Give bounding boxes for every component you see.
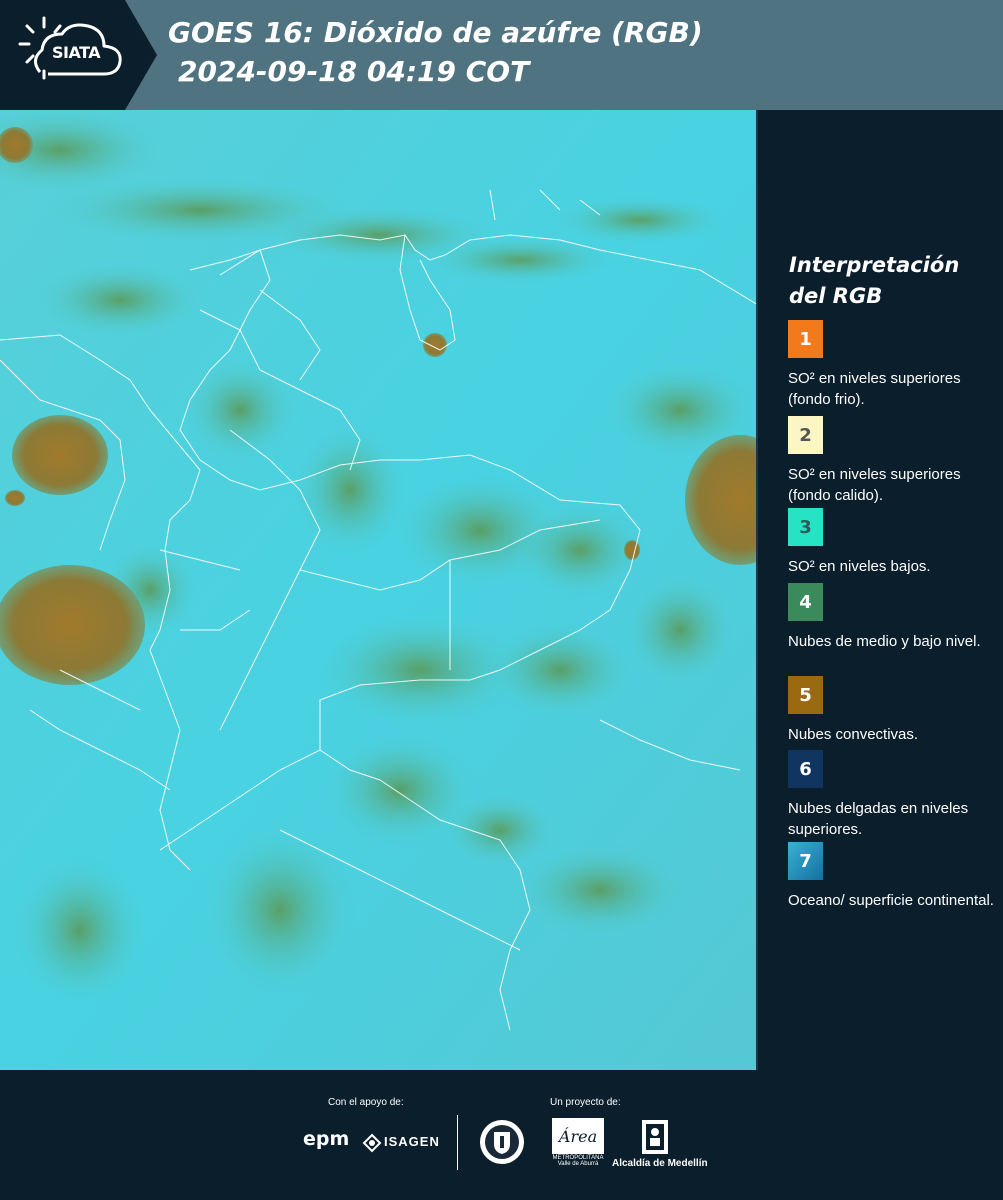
legend-label-3: SO² en niveles bajos. xyxy=(788,558,931,575)
footer-divider xyxy=(457,1115,458,1170)
legend-title: Interpretación del RGB xyxy=(789,253,960,308)
legend-item-7: 7 Oceano/ superficie continental. xyxy=(788,842,998,911)
area-metropolitana-logo: Área xyxy=(552,1118,604,1154)
footer: Con el apoyo de: Un proyecto de: epm ISA… xyxy=(0,1070,1003,1200)
timestamp: 2024-09-18 04:19 COT xyxy=(178,55,530,88)
siata-logo: SIATA xyxy=(0,0,160,110)
legend-item-6: 6 Nubes delgadas en niveles superiores. xyxy=(788,750,998,840)
legend-swatch-6: 6 xyxy=(788,750,823,788)
legend-item-2: 2 SO² en niveles superiores (fondo calid… xyxy=(788,416,998,506)
epm-logo: epm xyxy=(303,1128,350,1150)
legend-item-3: 3 SO² en niveles bajos. xyxy=(788,508,998,577)
legend-swatch-7: 7 xyxy=(788,842,823,880)
page-title: GOES 16: Dióxido de azúfre (RGB) xyxy=(168,16,703,49)
legend-label-6: Nubes delgadas en niveles superiores. xyxy=(788,800,969,838)
project-label: Un proyecto de: xyxy=(550,1097,621,1108)
legend-item-4: 4 Nubes de medio y bajo nivel. xyxy=(788,583,998,652)
isagen-icon xyxy=(362,1133,382,1153)
legend-item-5: 5 Nubes convectivas. xyxy=(788,676,998,745)
legend-label-2: SO² en niveles superiores (fondo calido)… xyxy=(788,466,961,504)
area-subtitle: METROPOLITANA Valle de Aburrá xyxy=(552,1155,604,1167)
legend-swatch-2: 2 xyxy=(788,416,823,454)
medellin-seal-icon xyxy=(480,1120,524,1164)
legend-swatch-3: 3 xyxy=(788,508,823,546)
legend-label-7: Oceano/ superficie continental. xyxy=(788,892,994,909)
legend-swatch-5: 5 xyxy=(788,676,823,714)
legend-label-5: Nubes convectivas. xyxy=(788,726,919,743)
alcaldia-label: Alcaldía de Medellín xyxy=(612,1158,708,1169)
logo-text: SIATA xyxy=(52,43,101,62)
legend-swatch-1: 1 xyxy=(788,320,823,358)
legend-label-1: SO² en niveles superiores (fondo frio). xyxy=(788,370,961,408)
legend-swatch-4: 4 xyxy=(788,583,823,621)
header-bar: SIATA GOES 16: Dióxido de azúfre (RGB) 2… xyxy=(0,0,1003,110)
svg-text:Área: Área xyxy=(557,1126,597,1146)
satellite-map xyxy=(0,110,758,1070)
legend-item-1: 1 SO² en niveles superiores (fondo frio)… xyxy=(788,320,998,410)
alcaldia-crest-icon xyxy=(642,1120,668,1154)
legend-panel: Interpretación del RGB 1 SO² en niveles … xyxy=(760,110,1003,1070)
legend-label-4: Nubes de medio y bajo nivel. xyxy=(788,633,981,650)
isagen-logo: ISAGEN xyxy=(384,1134,440,1149)
support-label: Con el apoyo de: xyxy=(328,1097,404,1108)
